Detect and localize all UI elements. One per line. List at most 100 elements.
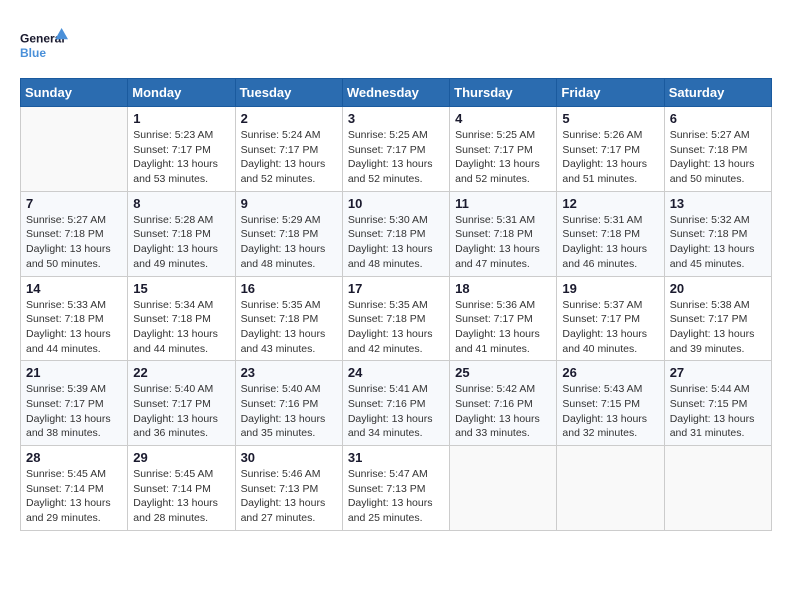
calendar-cell: 17 Sunrise: 5:35 AM Sunset: 7:18 PM Dayl… xyxy=(342,276,449,361)
day-info: Sunrise: 5:26 AM Sunset: 7:17 PM Dayligh… xyxy=(562,128,658,187)
day-info: Sunrise: 5:45 AM Sunset: 7:14 PM Dayligh… xyxy=(26,467,122,526)
calendar-cell: 27 Sunrise: 5:44 AM Sunset: 7:15 PM Dayl… xyxy=(664,361,771,446)
day-info: Sunrise: 5:30 AM Sunset: 7:18 PM Dayligh… xyxy=(348,213,444,272)
day-info: Sunrise: 5:42 AM Sunset: 7:16 PM Dayligh… xyxy=(455,382,551,441)
day-number: 3 xyxy=(348,111,444,126)
day-info: Sunrise: 5:38 AM Sunset: 7:17 PM Dayligh… xyxy=(670,298,766,357)
calendar-cell: 3 Sunrise: 5:25 AM Sunset: 7:17 PM Dayli… xyxy=(342,107,449,192)
day-info: Sunrise: 5:41 AM Sunset: 7:16 PM Dayligh… xyxy=(348,382,444,441)
day-info: Sunrise: 5:28 AM Sunset: 7:18 PM Dayligh… xyxy=(133,213,229,272)
day-info: Sunrise: 5:25 AM Sunset: 7:17 PM Dayligh… xyxy=(348,128,444,187)
day-number: 24 xyxy=(348,365,444,380)
calendar-cell xyxy=(21,107,128,192)
calendar-cell: 31 Sunrise: 5:47 AM Sunset: 7:13 PM Dayl… xyxy=(342,446,449,531)
calendar-cell: 12 Sunrise: 5:31 AM Sunset: 7:18 PM Dayl… xyxy=(557,191,664,276)
calendar-cell: 20 Sunrise: 5:38 AM Sunset: 7:17 PM Dayl… xyxy=(664,276,771,361)
day-number: 16 xyxy=(241,281,337,296)
weekday-header-monday: Monday xyxy=(128,79,235,107)
weekday-header-friday: Friday xyxy=(557,79,664,107)
weekday-header-wednesday: Wednesday xyxy=(342,79,449,107)
calendar-cell: 19 Sunrise: 5:37 AM Sunset: 7:17 PM Dayl… xyxy=(557,276,664,361)
calendar-cell: 10 Sunrise: 5:30 AM Sunset: 7:18 PM Dayl… xyxy=(342,191,449,276)
weekday-header-saturday: Saturday xyxy=(664,79,771,107)
calendar-cell: 29 Sunrise: 5:45 AM Sunset: 7:14 PM Dayl… xyxy=(128,446,235,531)
day-number: 29 xyxy=(133,450,229,465)
day-number: 17 xyxy=(348,281,444,296)
day-number: 6 xyxy=(670,111,766,126)
day-number: 30 xyxy=(241,450,337,465)
day-number: 28 xyxy=(26,450,122,465)
week-row-4: 21 Sunrise: 5:39 AM Sunset: 7:17 PM Dayl… xyxy=(21,361,772,446)
day-info: Sunrise: 5:36 AM Sunset: 7:17 PM Dayligh… xyxy=(455,298,551,357)
day-number: 10 xyxy=(348,196,444,211)
day-info: Sunrise: 5:39 AM Sunset: 7:17 PM Dayligh… xyxy=(26,382,122,441)
svg-text:Blue: Blue xyxy=(20,46,46,60)
calendar-cell xyxy=(557,446,664,531)
day-info: Sunrise: 5:27 AM Sunset: 7:18 PM Dayligh… xyxy=(26,213,122,272)
logo-svg: General Blue xyxy=(20,20,68,68)
calendar-cell: 25 Sunrise: 5:42 AM Sunset: 7:16 PM Dayl… xyxy=(450,361,557,446)
calendar-cell: 8 Sunrise: 5:28 AM Sunset: 7:18 PM Dayli… xyxy=(128,191,235,276)
weekday-header-tuesday: Tuesday xyxy=(235,79,342,107)
day-number: 13 xyxy=(670,196,766,211)
day-info: Sunrise: 5:35 AM Sunset: 7:18 PM Dayligh… xyxy=(241,298,337,357)
week-row-2: 7 Sunrise: 5:27 AM Sunset: 7:18 PM Dayli… xyxy=(21,191,772,276)
weekday-header-sunday: Sunday xyxy=(21,79,128,107)
calendar-cell: 13 Sunrise: 5:32 AM Sunset: 7:18 PM Dayl… xyxy=(664,191,771,276)
day-number: 19 xyxy=(562,281,658,296)
day-number: 21 xyxy=(26,365,122,380)
day-number: 27 xyxy=(670,365,766,380)
calendar-cell: 24 Sunrise: 5:41 AM Sunset: 7:16 PM Dayl… xyxy=(342,361,449,446)
calendar-cell: 1 Sunrise: 5:23 AM Sunset: 7:17 PM Dayli… xyxy=(128,107,235,192)
day-number: 26 xyxy=(562,365,658,380)
day-info: Sunrise: 5:24 AM Sunset: 7:17 PM Dayligh… xyxy=(241,128,337,187)
calendar-cell: 5 Sunrise: 5:26 AM Sunset: 7:17 PM Dayli… xyxy=(557,107,664,192)
week-row-1: 1 Sunrise: 5:23 AM Sunset: 7:17 PM Dayli… xyxy=(21,107,772,192)
day-info: Sunrise: 5:27 AM Sunset: 7:18 PM Dayligh… xyxy=(670,128,766,187)
day-info: Sunrise: 5:44 AM Sunset: 7:15 PM Dayligh… xyxy=(670,382,766,441)
day-number: 18 xyxy=(455,281,551,296)
day-info: Sunrise: 5:29 AM Sunset: 7:18 PM Dayligh… xyxy=(241,213,337,272)
day-number: 7 xyxy=(26,196,122,211)
calendar-cell: 15 Sunrise: 5:34 AM Sunset: 7:18 PM Dayl… xyxy=(128,276,235,361)
day-info: Sunrise: 5:33 AM Sunset: 7:18 PM Dayligh… xyxy=(26,298,122,357)
calendar-cell: 26 Sunrise: 5:43 AM Sunset: 7:15 PM Dayl… xyxy=(557,361,664,446)
day-number: 12 xyxy=(562,196,658,211)
calendar-cell: 14 Sunrise: 5:33 AM Sunset: 7:18 PM Dayl… xyxy=(21,276,128,361)
day-info: Sunrise: 5:40 AM Sunset: 7:16 PM Dayligh… xyxy=(241,382,337,441)
day-info: Sunrise: 5:34 AM Sunset: 7:18 PM Dayligh… xyxy=(133,298,229,357)
calendar-cell: 7 Sunrise: 5:27 AM Sunset: 7:18 PM Dayli… xyxy=(21,191,128,276)
day-info: Sunrise: 5:43 AM Sunset: 7:15 PM Dayligh… xyxy=(562,382,658,441)
day-info: Sunrise: 5:31 AM Sunset: 7:18 PM Dayligh… xyxy=(562,213,658,272)
weekday-header-thursday: Thursday xyxy=(450,79,557,107)
day-number: 25 xyxy=(455,365,551,380)
day-number: 2 xyxy=(241,111,337,126)
calendar-cell: 18 Sunrise: 5:36 AM Sunset: 7:17 PM Dayl… xyxy=(450,276,557,361)
calendar-cell: 9 Sunrise: 5:29 AM Sunset: 7:18 PM Dayli… xyxy=(235,191,342,276)
day-number: 15 xyxy=(133,281,229,296)
week-row-5: 28 Sunrise: 5:45 AM Sunset: 7:14 PM Dayl… xyxy=(21,446,772,531)
day-info: Sunrise: 5:37 AM Sunset: 7:17 PM Dayligh… xyxy=(562,298,658,357)
day-info: Sunrise: 5:25 AM Sunset: 7:17 PM Dayligh… xyxy=(455,128,551,187)
day-number: 31 xyxy=(348,450,444,465)
day-info: Sunrise: 5:31 AM Sunset: 7:18 PM Dayligh… xyxy=(455,213,551,272)
weekday-header-row: SundayMondayTuesdayWednesdayThursdayFrid… xyxy=(21,79,772,107)
day-number: 5 xyxy=(562,111,658,126)
day-number: 23 xyxy=(241,365,337,380)
day-info: Sunrise: 5:45 AM Sunset: 7:14 PM Dayligh… xyxy=(133,467,229,526)
day-info: Sunrise: 5:32 AM Sunset: 7:18 PM Dayligh… xyxy=(670,213,766,272)
calendar-cell xyxy=(664,446,771,531)
day-info: Sunrise: 5:35 AM Sunset: 7:18 PM Dayligh… xyxy=(348,298,444,357)
week-row-3: 14 Sunrise: 5:33 AM Sunset: 7:18 PM Dayl… xyxy=(21,276,772,361)
calendar-cell: 21 Sunrise: 5:39 AM Sunset: 7:17 PM Dayl… xyxy=(21,361,128,446)
day-number: 8 xyxy=(133,196,229,211)
calendar-cell: 11 Sunrise: 5:31 AM Sunset: 7:18 PM Dayl… xyxy=(450,191,557,276)
day-number: 14 xyxy=(26,281,122,296)
day-info: Sunrise: 5:40 AM Sunset: 7:17 PM Dayligh… xyxy=(133,382,229,441)
calendar-cell xyxy=(450,446,557,531)
calendar-cell: 16 Sunrise: 5:35 AM Sunset: 7:18 PM Dayl… xyxy=(235,276,342,361)
day-info: Sunrise: 5:23 AM Sunset: 7:17 PM Dayligh… xyxy=(133,128,229,187)
day-info: Sunrise: 5:47 AM Sunset: 7:13 PM Dayligh… xyxy=(348,467,444,526)
page-header: General Blue xyxy=(20,20,772,68)
day-number: 4 xyxy=(455,111,551,126)
